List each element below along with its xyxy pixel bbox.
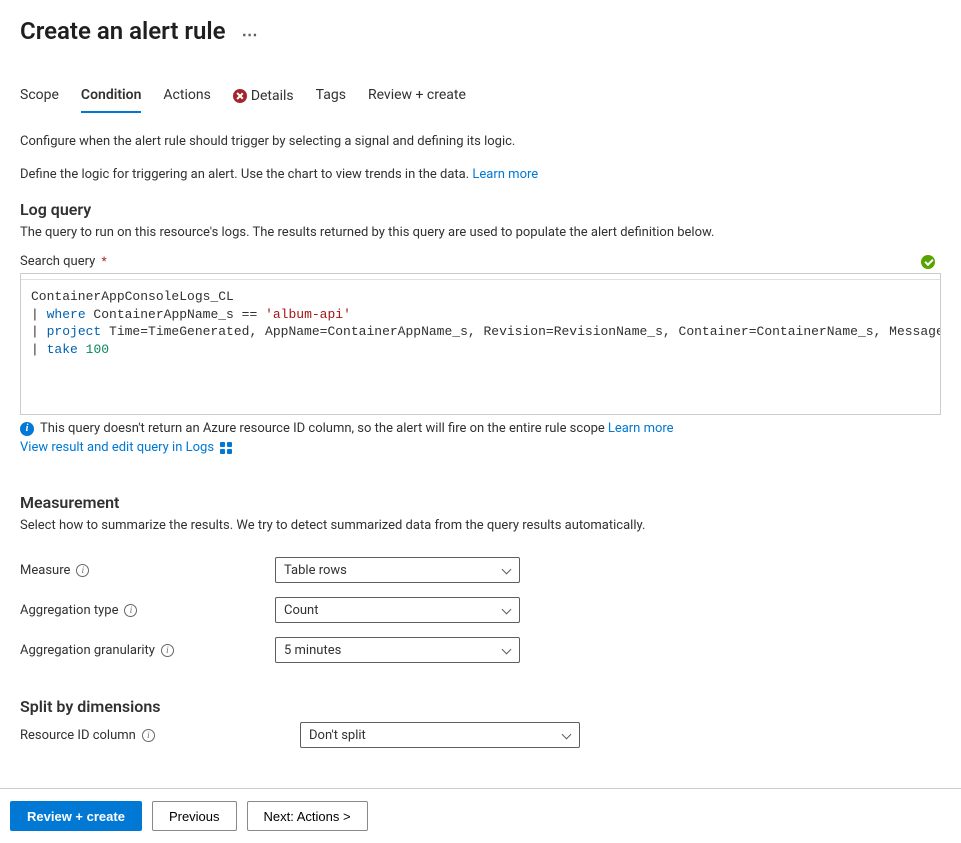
aggregation-granularity-select[interactable]: 5 minutes <box>275 637 520 663</box>
description-line2-text: Define the logic for triggering an alert… <box>20 167 472 182</box>
chevron-down-icon <box>561 730 571 740</box>
previous-button[interactable]: Previous <box>152 801 237 831</box>
query-info-note: This query doesn't return an Azure resou… <box>20 421 941 436</box>
query-info-text: This query doesn't return an Azure resou… <box>40 421 605 436</box>
review-create-button[interactable]: Review + create <box>10 801 142 831</box>
description-line1: Configure when the alert rule should tri… <box>20 134 941 149</box>
aggregation-type-value: Count <box>284 603 318 618</box>
tabs: Scope Condition Actions Details Tags Rev… <box>20 87 961 114</box>
info-outline-icon[interactable] <box>124 604 137 617</box>
description-line2: Define the logic for triggering an alert… <box>20 167 941 182</box>
required-indicator-icon: * <box>102 254 107 268</box>
measure-select[interactable]: Table rows <box>275 557 520 583</box>
measure-value: Table rows <box>284 563 347 578</box>
measurement-sub: Select how to summarize the results. We … <box>20 518 941 533</box>
resource-id-column-label: Resource ID column <box>20 728 300 743</box>
tab-details-label: Details <box>251 88 294 104</box>
aggregation-type-label: Aggregation type <box>20 603 275 618</box>
measure-label: Measure <box>20 563 275 578</box>
info-icon <box>20 422 34 436</box>
footer-actions: Review + create Previous Next: Actions > <box>0 788 961 843</box>
more-actions-icon[interactable]: ⋯ <box>242 19 259 44</box>
measurement-header: Measurement <box>20 493 941 512</box>
log-query-header: Log query <box>20 200 941 219</box>
tab-actions[interactable]: Actions <box>163 87 210 113</box>
view-result-link[interactable]: View result and edit query in Logs <box>20 440 232 455</box>
info-outline-icon[interactable] <box>76 564 89 577</box>
tab-tags[interactable]: Tags <box>316 87 346 113</box>
info-outline-icon[interactable] <box>142 729 155 742</box>
aggregation-granularity-label: Aggregation granularity <box>20 643 275 658</box>
aggregation-granularity-value: 5 minutes <box>284 643 341 658</box>
query-info-learn-more-link[interactable]: Learn more <box>608 421 674 436</box>
chevron-down-icon <box>501 645 511 655</box>
split-dimensions-header: Split by dimensions <box>20 697 941 716</box>
tab-scope[interactable]: Scope <box>20 87 59 113</box>
logs-grid-icon <box>220 442 232 454</box>
page-title: Create an alert rule <box>20 17 226 45</box>
valid-check-icon <box>921 255 935 269</box>
resource-id-column-value: Don't split <box>309 728 366 743</box>
info-outline-icon[interactable] <box>161 644 174 657</box>
tab-condition[interactable]: Condition <box>81 87 142 113</box>
chevron-down-icon <box>501 565 511 575</box>
query-code[interactable]: ContainerAppConsoleLogs_CL | where Conta… <box>21 280 940 414</box>
log-query-sub: The query to run on this resource's logs… <box>20 225 941 240</box>
search-query-label: Search query <box>20 254 95 269</box>
view-result-text: View result and edit query in Logs <box>20 440 214 455</box>
learn-more-link[interactable]: Learn more <box>472 167 538 182</box>
tab-review[interactable]: Review + create <box>368 87 466 113</box>
chevron-down-icon <box>501 605 511 615</box>
error-icon <box>233 89 247 103</box>
tab-details[interactable]: Details <box>233 87 294 113</box>
next-actions-button[interactable]: Next: Actions > <box>247 801 368 831</box>
query-editor[interactable]: ContainerAppConsoleLogs_CL | where Conta… <box>20 273 941 415</box>
resource-id-column-select[interactable]: Don't split <box>300 722 580 748</box>
aggregation-type-select[interactable]: Count <box>275 597 520 623</box>
